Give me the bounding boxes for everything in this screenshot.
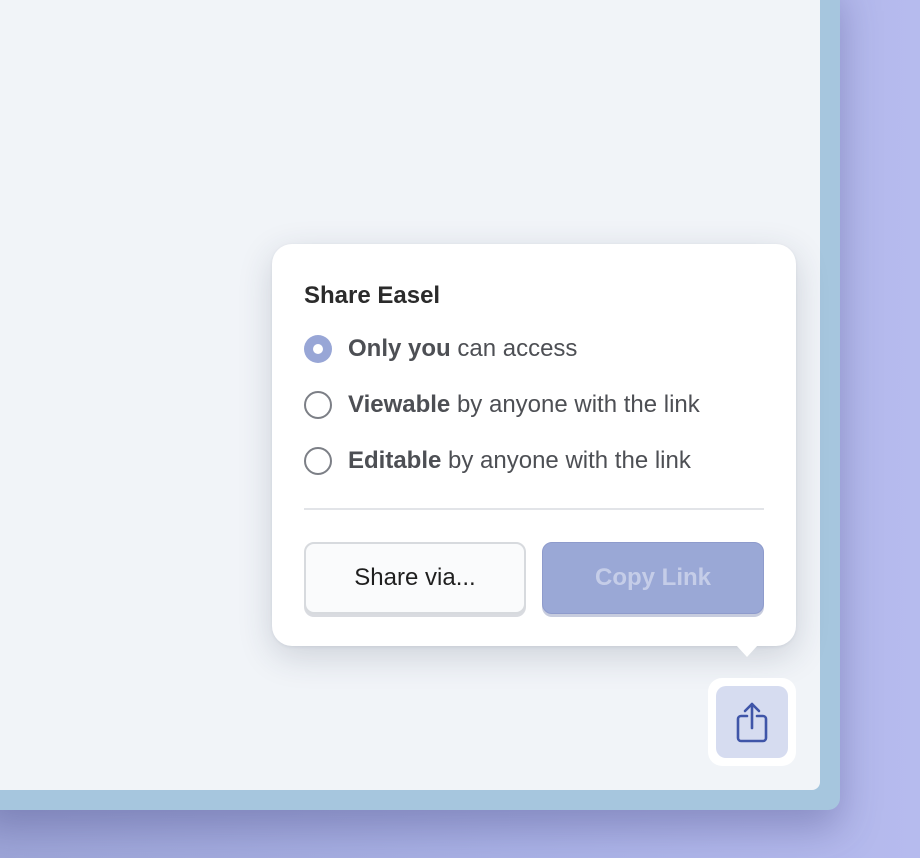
divider	[304, 508, 764, 510]
radio-only-you[interactable]	[304, 335, 332, 363]
access-option-only-you[interactable]: Only you can access	[304, 333, 577, 365]
option-label-only-you: Only you can access	[348, 335, 578, 362]
share-icon	[736, 702, 768, 743]
copy-link-button[interactable]: Copy Link	[542, 542, 764, 614]
share-via-button[interactable]: Share via...	[304, 542, 526, 614]
radio-viewable[interactable]	[304, 391, 332, 419]
access-option-viewable[interactable]: Viewable by anyone with the link	[304, 389, 700, 421]
access-option-editable[interactable]: Editable by anyone with the link	[304, 445, 691, 477]
share-button[interactable]	[708, 678, 796, 766]
radio-editable[interactable]	[304, 447, 332, 475]
option-label-viewable: Viewable by anyone with the link	[348, 391, 700, 418]
popover-title: Share Easel	[304, 282, 441, 309]
option-label-editable: Editable by anyone with the link	[348, 447, 691, 474]
share-button-inner	[716, 686, 788, 758]
popover-arrow	[736, 645, 758, 657]
share-popover: Share Easel Only you can access Viewable…	[272, 244, 796, 646]
